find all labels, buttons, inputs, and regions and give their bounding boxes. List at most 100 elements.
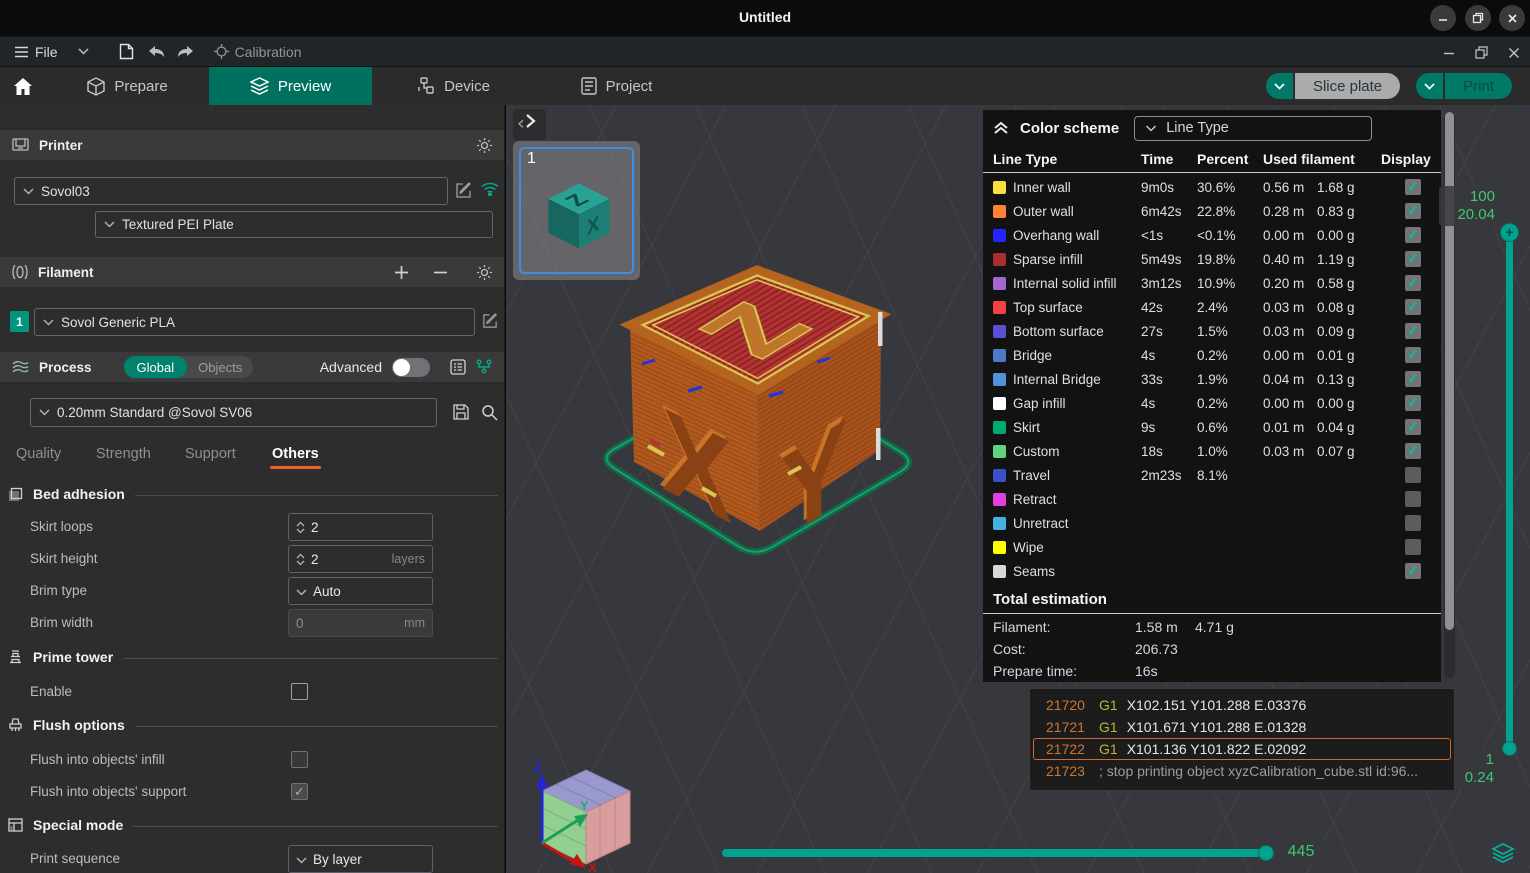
display-checkbox[interactable] [1405,299,1421,315]
advanced-toggle[interactable] [392,358,430,377]
brim-type-select[interactable]: Auto [288,577,433,605]
compare-preset-icon[interactable] [450,359,466,375]
line-type-swatch [993,565,1006,578]
layer-slider-track[interactable] [1506,232,1513,749]
display-checkbox[interactable] [1405,467,1421,483]
collapse-legend-icon[interactable] [993,121,1009,135]
minimize-window-button[interactable] [1430,5,1456,31]
display-checkbox[interactable] [1405,491,1421,507]
col-line-type: Line Type [993,151,1141,167]
tab-project[interactable]: Project [535,67,698,105]
tab-strength[interactable]: Strength [96,446,151,462]
restore-app-icon[interactable] [1475,46,1488,59]
gcode-line-number: 21723 [1046,763,1090,779]
layer-slider-lower-handle[interactable] [1502,741,1517,756]
move-slider-handle[interactable] [1258,845,1274,861]
print-sequence-select[interactable]: By layer [288,845,433,873]
gcode-line[interactable]: 21721G1X101.671 Y101.288 E.01328 [1033,716,1451,738]
color-scheme-value: Line Type [1166,120,1229,136]
save-preset-icon[interactable] [452,403,470,421]
flush-support-checkbox[interactable] [291,783,308,800]
close-window-button[interactable] [1499,5,1525,31]
printer-preset-select[interactable]: Sovol03 [14,177,448,205]
filament-settings-gear-icon[interactable] [476,264,493,281]
display-checkbox[interactable] [1405,227,1421,243]
search-settings-icon[interactable] [481,404,498,421]
printed-model[interactable]: Z X X Y Y [542,250,972,680]
print-button[interactable]: Print [1445,73,1512,99]
tab-prepare[interactable]: Prepare [46,67,209,105]
display-checkbox[interactable] [1405,443,1421,459]
edit-filament-icon[interactable] [482,313,498,329]
filament-slot-badge[interactable]: 1 [10,311,29,332]
gcode-line[interactable]: 21723 ; stop printing object xyzCalibrati… [1033,760,1451,782]
skirt-loops-value[interactable]: 2 [311,520,319,535]
display-checkbox[interactable] [1405,323,1421,339]
edit-printer-icon[interactable] [455,182,472,199]
layer-slider-upper-handle[interactable]: + [1500,223,1519,242]
layer-slider-bottom-label: 1 0.24 [1456,749,1500,789]
scope-global-button[interactable]: Global [124,356,188,378]
display-checkbox[interactable] [1405,371,1421,387]
tab-support[interactable]: Support [185,446,236,462]
move-slider-track[interactable] [722,849,1268,857]
display-checkbox[interactable] [1405,395,1421,411]
tab-home[interactable] [0,67,46,105]
flush-infill-checkbox[interactable] [291,751,308,768]
build-plate-name: Textured PEI Plate [122,217,234,232]
process-preset-select[interactable]: 0.20mm Standard @Sovol SV06 [30,398,437,427]
print-dropdown-button[interactable] [1416,73,1443,99]
remove-filament-icon[interactable] [433,265,448,280]
sidebar-collapse-button[interactable] [513,109,546,140]
layers-view-icon[interactable] [1491,841,1515,865]
legend-row: Gap infill4s0.2%0.00 m0.00 g [983,391,1441,415]
close-app-icon[interactable] [1508,47,1520,59]
printer-settings-gear-icon[interactable] [476,137,493,154]
skirt-loops-stepper[interactable]: 2 [288,513,433,541]
tab-others[interactable]: Others [272,446,319,462]
gcode-line[interactable]: 21722G1X101.136 Y101.822 E.02092 [1033,738,1451,760]
skirt-height-value[interactable]: 2 [311,552,319,567]
display-checkbox[interactable] [1405,347,1421,363]
chevron-down-icon[interactable] [78,48,89,55]
line-type-name: Top surface [1013,300,1141,315]
prime-tower-enable-checkbox[interactable] [291,683,308,700]
build-plate-select[interactable]: Textured PEI Plate [95,211,493,238]
color-scheme-select[interactable]: Line Type [1134,116,1372,141]
display-checkbox[interactable] [1405,563,1421,579]
gcode-line[interactable]: 21720G1X102.151 Y101.288 E.03376 [1033,694,1451,716]
slice-dropdown-button[interactable] [1266,73,1293,99]
display-checkbox[interactable] [1405,539,1421,555]
display-checkbox[interactable] [1405,275,1421,291]
filament-preset-select[interactable]: Sovol Generic PLA [34,308,475,336]
stepper-arrows-icon[interactable] [296,553,305,566]
wifi-icon[interactable] [481,182,499,196]
display-checkbox[interactable] [1405,251,1421,267]
tab-quality[interactable]: Quality [16,446,61,462]
restore-window-button[interactable] [1465,5,1491,31]
minimize-app-icon[interactable] [1443,47,1455,59]
add-filament-icon[interactable] [394,265,409,280]
line-type-name: Bridge [1013,348,1141,363]
layer-top-value: 100 [1445,188,1495,206]
redo-button[interactable] [176,45,194,59]
display-checkbox[interactable] [1405,419,1421,435]
scope-objects-button[interactable]: Objects [187,360,253,375]
tab-preview[interactable]: Preview [209,67,372,105]
calibration-menu[interactable]: Calibration [214,44,302,60]
file-menu[interactable]: File [14,44,89,60]
gcode-text: ; stop printing object xyzCalibration_cu… [1099,763,1418,779]
display-checkbox[interactable] [1405,203,1421,219]
parameter-tree-icon[interactable] [476,359,493,375]
orientation-gizmo[interactable]: Z X Y [514,760,664,873]
viewport-3d[interactable]: 1 Z X [506,105,1530,873]
col-display: Display [1381,151,1431,167]
save-button[interactable] [119,43,134,60]
undo-button[interactable] [148,45,166,59]
tab-device[interactable]: Device [372,67,535,105]
stepper-arrows-icon[interactable] [296,521,305,534]
skirt-height-stepper[interactable]: 2 layers [288,545,433,573]
display-checkbox[interactable] [1405,515,1421,531]
display-checkbox[interactable] [1405,179,1421,195]
slice-plate-button[interactable]: Slice plate [1295,73,1400,99]
